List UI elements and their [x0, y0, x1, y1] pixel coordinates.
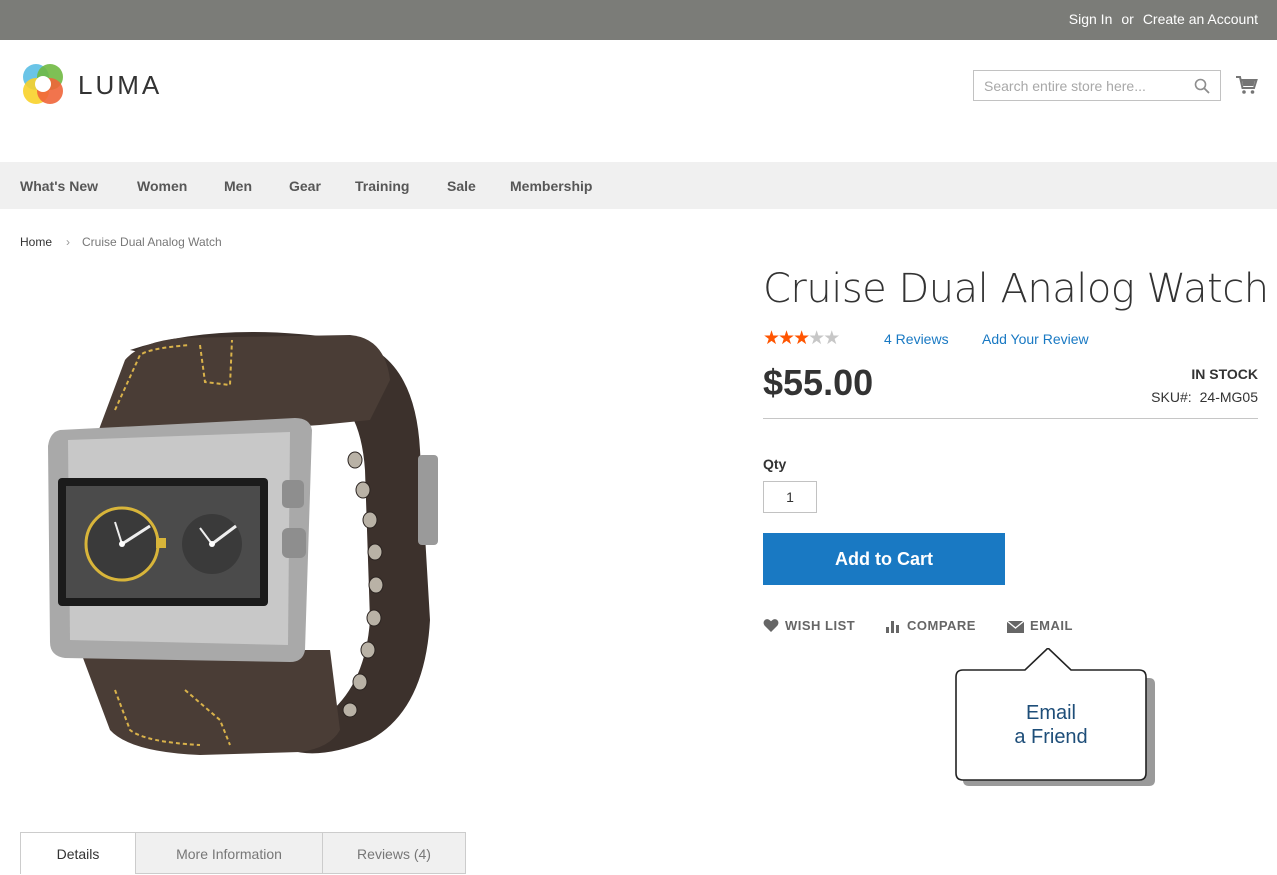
logo-text: LUMA	[78, 70, 163, 100]
email-action[interactable]: EMAIL	[1006, 618, 1073, 634]
breadcrumb-home[interactable]: Home	[20, 235, 52, 249]
product-title: Cruise Dual Analog Watch	[763, 266, 1269, 312]
top-bar: Sign In or Create an Account	[0, 0, 1277, 40]
compare-label: COMPARE	[907, 618, 976, 633]
email-label: EMAIL	[1030, 618, 1073, 633]
qty-label: Qty	[763, 456, 787, 472]
sku-label: SKU#:	[1151, 389, 1192, 405]
divider	[763, 418, 1258, 419]
compare-action[interactable]: COMPARE	[885, 618, 976, 634]
tab-more-information[interactable]: More Information	[135, 832, 323, 874]
header-links: Sign In or Create an Account	[1069, 11, 1258, 27]
nav-item-training[interactable]: Training	[355, 178, 409, 194]
breadcrumb-separator: ›	[66, 235, 71, 249]
search-box	[973, 70, 1221, 101]
nav-item-men[interactable]: Men	[224, 178, 252, 194]
nav-item-gear[interactable]: Gear	[289, 178, 321, 194]
compare-icon	[886, 621, 899, 633]
search-input[interactable]	[974, 71, 1204, 100]
product-sku: SKU#: 24-MG05	[1151, 389, 1258, 405]
luma-logo[interactable]: LUMA	[20, 62, 170, 108]
or-text: or	[1121, 11, 1134, 27]
luma-logo-icon	[23, 64, 63, 104]
cart-icon[interactable]	[1236, 74, 1258, 96]
sku-value: 24-MG05	[1199, 389, 1258, 405]
tab-details[interactable]: Details	[20, 832, 136, 874]
tooltip-text: Email a Friend	[955, 701, 1147, 749]
nav-item-sale[interactable]: Sale	[447, 178, 476, 194]
stock-status: IN STOCK	[1191, 366, 1258, 382]
wishlist-action[interactable]: WISH LIST	[763, 618, 855, 634]
product-image[interactable]	[20, 290, 460, 770]
nav-item-women[interactable]: Women	[137, 178, 187, 194]
tab-reviews[interactable]: Reviews (4)	[322, 832, 466, 874]
breadcrumb-current: Cruise Dual Analog Watch	[82, 235, 222, 249]
rating-stars: ★★★★★	[763, 328, 841, 349]
product-price: $55.00	[763, 362, 874, 403]
main-nav: What's New Women Men Gear Training Sale …	[0, 162, 1277, 209]
heart-icon	[763, 619, 779, 632]
breadcrumb: Home › Cruise Dual Analog Watch	[20, 235, 222, 249]
qty-input[interactable]	[763, 481, 817, 513]
nav-item-membership[interactable]: Membership	[510, 178, 592, 194]
add-review-link[interactable]: Add Your Review	[982, 331, 1089, 347]
star-icon: ★	[823, 328, 841, 349]
reviews-link[interactable]: 4 Reviews	[884, 331, 949, 347]
envelope-icon	[1006, 620, 1025, 633]
add-to-cart-button[interactable]: Add to Cart	[763, 533, 1005, 585]
sign-in-link[interactable]: Sign In	[1069, 11, 1113, 27]
search-icon[interactable]	[1194, 78, 1210, 94]
wishlist-label: WISH LIST	[785, 618, 856, 633]
nav-item-whats-new[interactable]: What's New	[20, 178, 98, 194]
tooltip-line-1: Email	[1025, 702, 1076, 724]
create-account-link[interactable]: Create an Account	[1143, 11, 1258, 27]
tooltip-line-2: a Friend	[1014, 726, 1088, 748]
